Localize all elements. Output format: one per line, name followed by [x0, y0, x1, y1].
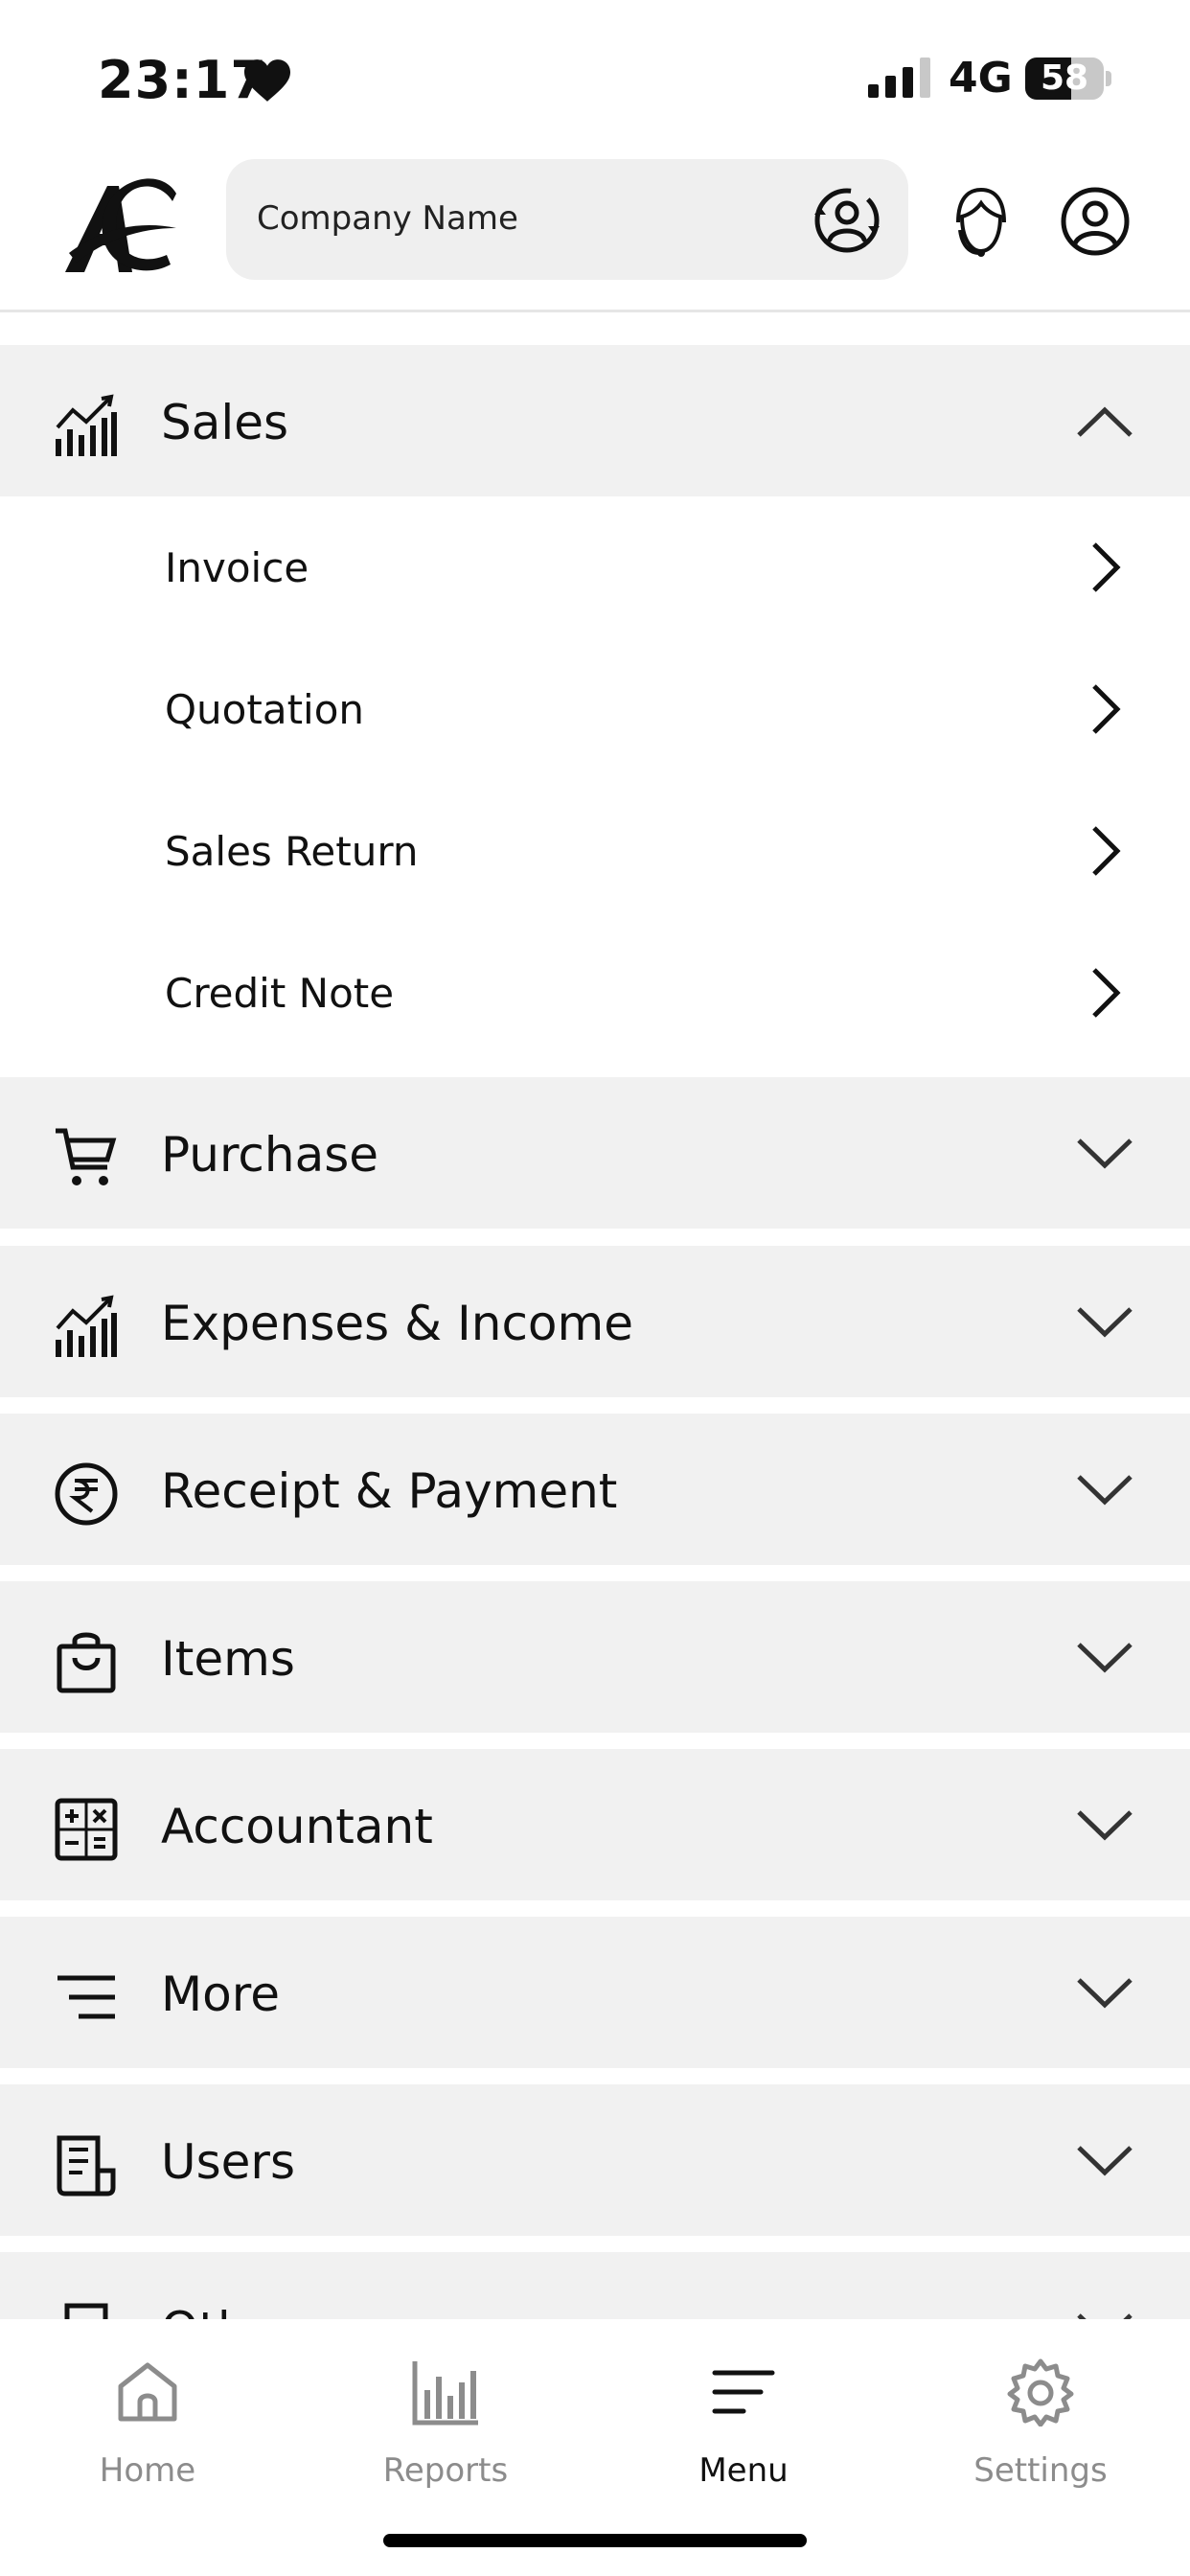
submenu-item-sales-return[interactable]: Sales Return: [0, 780, 1190, 922]
menu-icon: [712, 2370, 775, 2414]
network-type: 4G: [949, 54, 1013, 103]
tab-label: Menu: [698, 2451, 789, 2490]
submenu-item-label: Credit Note: [165, 970, 395, 1017]
menu-section-label: Receipt & Payment: [161, 1463, 618, 1519]
chevron-down-icon: [1077, 1978, 1133, 2009]
status-bar: 23:17 4G 58: [0, 0, 1190, 144]
company-search-field[interactable]: Company Name: [226, 159, 908, 280]
menu-section-label: Purchase: [161, 1127, 379, 1183]
tab-label: Settings: [973, 2451, 1108, 2490]
company-search-placeholder: Company Name: [257, 199, 518, 238]
menu-section-sales[interactable]: Sales: [0, 345, 1190, 496]
menu-section-label: Items: [161, 1631, 295, 1687]
rupee-icon: [55, 1462, 118, 1526]
chevron-down-icon: [1077, 1810, 1133, 1841]
signal-icon: [868, 58, 930, 98]
bag-icon: [57, 1632, 116, 1693]
tab-label: Reports: [382, 2451, 509, 2490]
home-indicator: [383, 2534, 807, 2547]
chevron-down-icon: [1077, 1307, 1133, 1338]
menu-section-items[interactable]: Items: [0, 1581, 1190, 1733]
calculator-icon: [55, 1798, 118, 1861]
submenu-item-label: Invoice: [165, 544, 309, 591]
chart-icon: [56, 394, 117, 456]
tab-reports[interactable]: Reports: [331, 2338, 561, 2490]
chevron-right-icon: [1092, 684, 1121, 734]
tab-menu[interactable]: Menu: [629, 2338, 858, 2490]
chevron-right-icon: [1092, 826, 1121, 876]
menu-section-label: More: [161, 1966, 280, 2022]
gear-icon: [1007, 2358, 1074, 2426]
chevron-down-icon: [1077, 1475, 1133, 1506]
chart-icon: [56, 1295, 117, 1357]
menu-section-purchase[interactable]: Purchase: [0, 1077, 1190, 1229]
tab-label: Home: [99, 2451, 196, 2490]
chevron-down-icon: [1077, 1138, 1133, 1169]
switch-company-icon[interactable]: [807, 180, 887, 261]
tab-settings[interactable]: Settings: [926, 2338, 1156, 2490]
battery-indicator: 58: [1025, 58, 1111, 100]
chevron-right-icon: [1092, 542, 1121, 592]
menu-lines-icon: [57, 1975, 115, 2019]
submenu-item-label: Quotation: [165, 686, 365, 733]
battery-level: 58: [1040, 58, 1089, 98]
menu-section-label: Expenses & Income: [161, 1296, 633, 1351]
submenu-item-credit-note[interactable]: Credit Note: [0, 922, 1190, 1064]
heart-icon: [244, 59, 290, 102]
chevron-down-icon: [1077, 1643, 1133, 1673]
menu-section-accountant[interactable]: Accountant: [0, 1749, 1190, 1900]
support-agent-icon[interactable]: [947, 184, 1014, 261]
submenu-item-label: Sales Return: [165, 828, 419, 875]
menu-section-label: Sales: [161, 395, 289, 450]
submenu-item-quotation[interactable]: Quotation: [0, 638, 1190, 780]
menu-section-label: Users: [161, 2134, 296, 2190]
chevron-right-icon: [1092, 968, 1121, 1018]
submenu-item-invoice[interactable]: Invoice: [0, 496, 1190, 638]
home-icon: [118, 2362, 177, 2422]
menu-section-expenses-income[interactable]: Expenses & Income: [0, 1246, 1190, 1397]
chevron-down-icon: [1077, 2146, 1133, 2176]
company-logo: [65, 178, 176, 272]
cart-icon: [56, 1128, 117, 1185]
document-icon: [57, 2135, 116, 2196]
menu-section-label: Accountant: [161, 1799, 433, 1854]
profile-icon[interactable]: [1060, 186, 1131, 257]
tab-home[interactable]: Home: [33, 2338, 263, 2490]
chevron-up-icon: [1077, 406, 1133, 437]
menu-section-receipt-payment[interactable]: Receipt & Payment: [0, 1414, 1190, 1565]
menu-section-more[interactable]: More: [0, 1917, 1190, 2068]
app-header: Company Name: [0, 144, 1190, 312]
menu-section-users[interactable]: Users: [0, 2084, 1190, 2236]
bar-chart-icon: [412, 2361, 478, 2426]
